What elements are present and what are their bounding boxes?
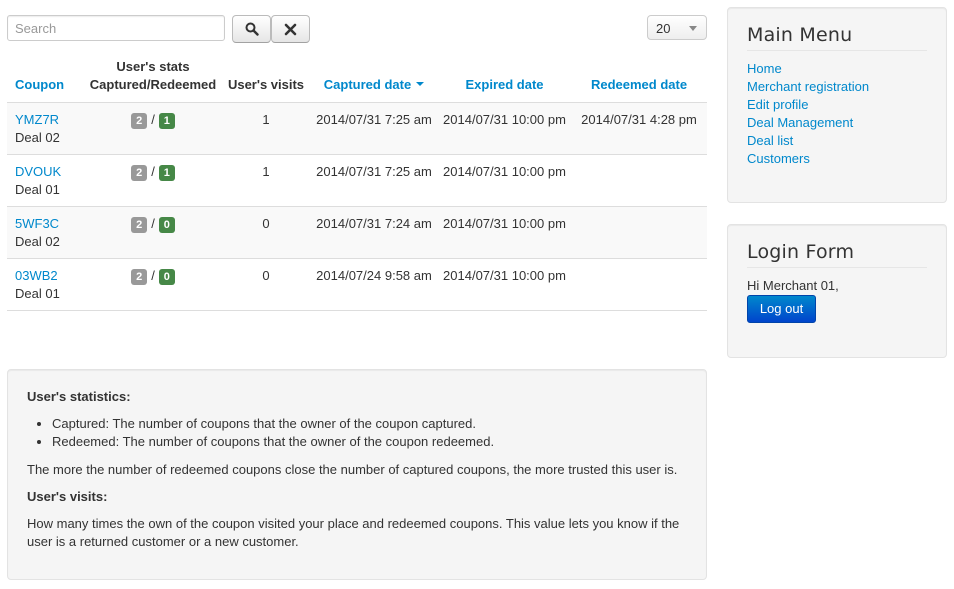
menu-item-customers[interactable]: Customers	[747, 151, 810, 166]
stats-heading: User's statistics:	[27, 389, 131, 404]
main-menu-title: Main Menu	[747, 24, 927, 51]
table-row: DVOUK Deal 01 2/1 1 2014/07/31 7:25 am 2014/0…	[7, 154, 707, 207]
sort-redeemed-date-link[interactable]: Redeemed date	[591, 77, 687, 92]
redeemed-count-badge: 0	[158, 217, 175, 233]
visits-heading: User's visits:	[27, 489, 108, 504]
cell-expired-date: 2014/07/31 10:00 pm	[438, 258, 571, 311]
cell-user-stats: 2/1	[84, 102, 222, 155]
stats-separator: /	[151, 164, 155, 179]
coupon-code-link[interactable]: YMZ7R	[15, 112, 59, 127]
table-row: 03WB2 Deal 01 2/0 0 2014/07/24 9:58 am 2014/0…	[7, 258, 707, 311]
cell-expired-date: 2014/07/31 10:00 pm	[438, 206, 571, 259]
login-form-title: Login Form	[747, 241, 927, 268]
redeemed-count-badge: 1	[158, 165, 175, 181]
stats-separator: /	[151, 216, 155, 231]
sort-coupon-link[interactable]: Coupon	[15, 77, 64, 92]
cell-coupon: 03WB2 Deal 01	[7, 258, 84, 311]
table-row: 5WF3C Deal 02 2/0 0 2014/07/31 7:24 am 2014/0…	[7, 206, 707, 259]
login-greeting: Hi Merchant 01,	[747, 278, 839, 293]
close-icon	[284, 23, 297, 35]
cell-redeemed-date	[571, 206, 707, 259]
captured-count-badge: 2	[131, 217, 148, 233]
coupons-table: Coupon User's stats Captured/Redeemed Us…	[7, 58, 707, 311]
menu-item-merchant-registration[interactable]: Merchant registration	[747, 79, 869, 94]
search-button[interactable]	[232, 15, 271, 43]
user-stats-header-line1: User's stats	[116, 59, 190, 74]
table-header-row: Coupon User's stats Captured/Redeemed Us…	[7, 58, 707, 103]
cell-coupon: YMZ7R Deal 02	[7, 102, 84, 155]
sort-captured-date-link[interactable]: Captured date	[323, 77, 425, 92]
user-stats-header-line2: Captured/Redeemed	[89, 77, 217, 92]
column-expired-date[interactable]: Expired date	[438, 58, 571, 103]
stats-list: Captured: The number of coupons that the…	[27, 415, 687, 451]
deal-name: Deal 01	[15, 182, 60, 197]
column-captured-date[interactable]: Captured date	[310, 58, 438, 103]
coupon-code-link[interactable]: 03WB2	[15, 268, 58, 283]
cell-user-visits: 0	[222, 258, 310, 311]
column-user-stats: User's stats Captured/Redeemed	[84, 58, 222, 103]
search-input[interactable]	[7, 15, 225, 41]
deal-name: Deal 02	[15, 130, 60, 145]
column-coupon[interactable]: Coupon	[7, 58, 84, 103]
cell-user-visits: 1	[222, 102, 310, 155]
stats-separator: /	[151, 112, 155, 127]
cell-coupon: 5WF3C Deal 02	[7, 206, 84, 259]
column-redeemed-date[interactable]: Redeemed date	[571, 58, 707, 103]
cell-captured-date: 2014/07/31 7:24 am	[310, 206, 438, 259]
captured-count-badge: 2	[131, 165, 148, 181]
captured-count-badge: 2	[131, 113, 148, 129]
list-item: Redeemed: The number of coupons that the…	[52, 433, 687, 451]
menu-item-deal-list[interactable]: Deal list	[747, 133, 793, 148]
stats-note: The more the number of redeemed coupons …	[27, 462, 678, 477]
captured-date-label: Captured date	[323, 77, 412, 92]
cell-coupon: DVOUK Deal 01	[7, 154, 84, 207]
list-item: Captured: The number of coupons that the…	[52, 415, 687, 433]
coupon-code-link[interactable]: DVOUK	[15, 164, 61, 179]
cell-captured-date: 2014/07/31 7:25 am	[310, 154, 438, 207]
cell-user-stats: 2/0	[84, 206, 222, 259]
cell-redeemed-date	[571, 154, 707, 207]
sort-desc-icon	[416, 81, 425, 86]
cell-user-stats: 2/1	[84, 154, 222, 207]
menu-item-deal-management[interactable]: Deal Management	[747, 115, 853, 130]
column-user-visits: User's visits	[222, 58, 310, 103]
list-limit-select[interactable]: 20	[647, 15, 707, 40]
cell-redeemed-date	[571, 258, 707, 311]
chevron-down-icon	[689, 26, 697, 31]
cell-expired-date: 2014/07/31 10:00 pm	[438, 102, 571, 155]
visits-note: How many times the own of the coupon vis…	[27, 516, 680, 549]
cell-user-stats: 2/0	[84, 258, 222, 311]
captured-count-badge: 2	[131, 269, 148, 285]
sort-expired-date-link[interactable]: Expired date	[465, 77, 543, 92]
cell-captured-date: 2014/07/24 9:58 am	[310, 258, 438, 311]
table-row: YMZ7R Deal 02 2/1 1 2014/07/31 7:25 am 2014/0…	[7, 102, 707, 155]
cell-user-visits: 0	[222, 206, 310, 259]
stats-separator: /	[151, 268, 155, 283]
cell-user-visits: 1	[222, 154, 310, 207]
logout-button[interactable]: Log out	[747, 295, 816, 323]
cell-expired-date: 2014/07/31 10:00 pm	[438, 154, 571, 207]
list-limit-value: 20	[656, 21, 671, 36]
redeemed-count-badge: 0	[158, 269, 175, 285]
main-menu-module: Main Menu Home Merchant registration Edi…	[727, 7, 947, 203]
clear-button[interactable]	[271, 15, 310, 43]
menu-item-home[interactable]: Home	[747, 61, 782, 76]
main-menu-list: Home Merchant registration Edit profile …	[747, 60, 927, 168]
deal-name: Deal 01	[15, 286, 60, 301]
login-form-module: Login Form Hi Merchant 01, Log out	[727, 224, 947, 358]
search-icon	[245, 22, 259, 36]
info-panel: User's statistics: Captured: The number …	[7, 369, 707, 580]
deal-name: Deal 02	[15, 234, 60, 249]
redeemed-count-badge: 1	[158, 113, 175, 129]
menu-item-edit-profile[interactable]: Edit profile	[747, 97, 808, 112]
coupon-code-link[interactable]: 5WF3C	[15, 216, 59, 231]
cell-captured-date: 2014/07/31 7:25 am	[310, 102, 438, 155]
cell-redeemed-date: 2014/07/31 4:28 pm	[571, 102, 707, 155]
